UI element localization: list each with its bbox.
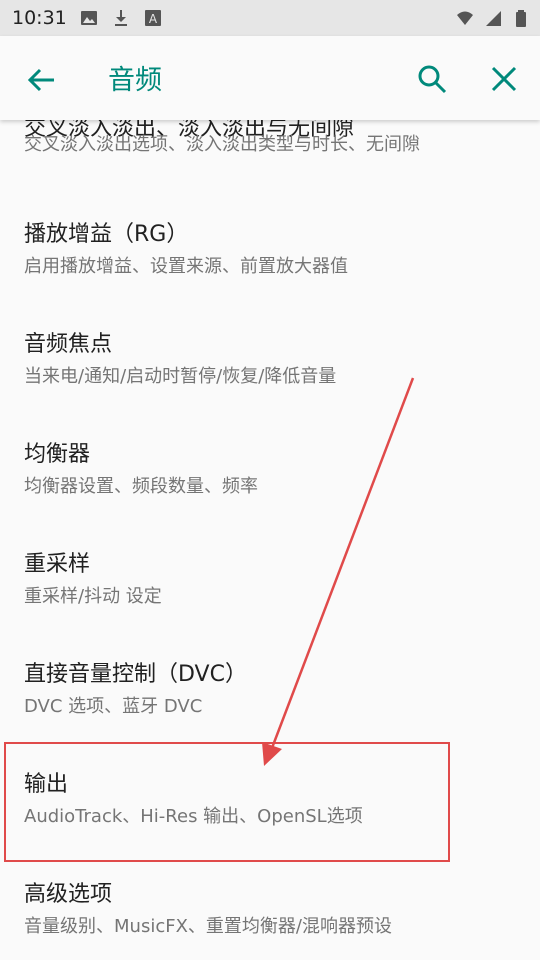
item-subtitle: 重采样/抖动 设定 [24,586,162,607]
list-item-advanced[interactable]: 高级选项 音量级别、MusicFX、重置均衡器/混响器预设 [0,858,540,960]
close-icon[interactable] [488,63,520,95]
list-item-replay-gain[interactable]: 播放增益（RG） 启用播放增益、设置来源、前置放大器值 [0,198,540,308]
download-icon [115,10,127,26]
text-a-icon: A [145,10,161,26]
item-title: 直接音量控制（DVC） [24,662,247,687]
back-arrow-icon[interactable] [26,64,58,96]
item-title: 输出 [24,772,69,797]
item-subtitle: 交叉淡入淡出选项、淡入淡出类型与时长、无间隙 [24,134,420,155]
list-item-output[interactable]: 输出 AudioTrack、Hi-Res 输出、OpenSL选项 [0,748,540,858]
list-item-audio-focus[interactable]: 音频焦点 当来电/通知/启动时暂停/恢复/降低音量 [0,308,540,418]
item-subtitle: 启用播放增益、设置来源、前置放大器值 [24,256,348,277]
item-title: 播放增益（RG） [24,222,189,247]
svg-text:A: A [149,12,158,26]
image-icon [81,11,97,25]
status-bar: 10:31 A [0,0,540,36]
list-item-dvc[interactable]: 直接音量控制（DVC） DVC 选项、蓝牙 DVC [0,638,540,748]
status-time: 10:31 [12,7,67,29]
item-subtitle: 均衡器设置、频段数量、频率 [24,476,258,497]
settings-list: 交叉淡入淡出、淡入淡出与无间隙 交叉淡入淡出选项、淡入淡出类型与时长、无间隙 播… [0,120,540,960]
wifi-icon [457,11,473,25]
item-title: 均衡器 [24,442,91,467]
status-system-icons [456,9,530,27]
list-item-resampling[interactable]: 重采样 重采样/抖动 设定 [0,528,540,638]
item-title: 高级选项 [24,882,113,907]
app-bar: 音频 [0,36,540,120]
item-title: 音频焦点 [24,332,113,357]
item-title: 重采样 [24,552,91,577]
list-item-crossfade[interactable]: 交叉淡入淡出、淡入淡出与无间隙 交叉淡入淡出选项、淡入淡出类型与时长、无间隙 [0,120,540,180]
item-subtitle: 音量级别、MusicFX、重置均衡器/混响器预设 [24,916,392,937]
page-title: 音频 [108,65,162,96]
item-subtitle: AudioTrack、Hi-Res 输出、OpenSL选项 [24,806,363,827]
battery-icon [516,10,526,27]
item-subtitle: DVC 选项、蓝牙 DVC [24,696,203,717]
signal-icon [486,11,501,26]
search-icon[interactable] [416,63,448,95]
item-subtitle: 当来电/通知/启动时暂停/恢复/降低音量 [24,366,337,387]
status-notification-icons: A [80,9,162,27]
list-item-equalizer[interactable]: 均衡器 均衡器设置、频段数量、频率 [0,418,540,528]
